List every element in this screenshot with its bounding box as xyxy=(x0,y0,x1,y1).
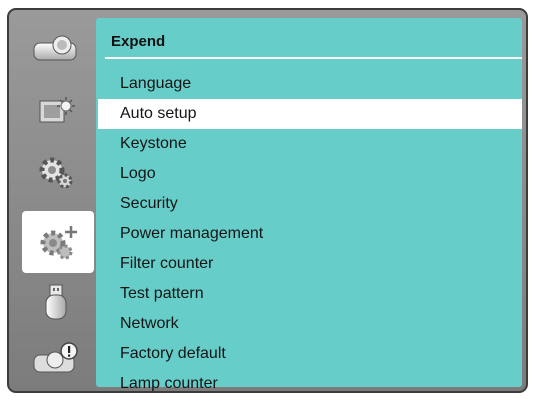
menu-sidebar xyxy=(9,10,95,391)
menu-item-power-management[interactable]: Power management xyxy=(96,219,522,249)
menu-item-lamp-counter[interactable]: Lamp counter xyxy=(96,369,522,391)
menu-item-security[interactable]: Security xyxy=(96,189,522,219)
sidebar-item-expand[interactable] xyxy=(22,211,94,273)
menu-title: Expend xyxy=(111,33,166,50)
sidebar-item-image[interactable] xyxy=(24,89,88,133)
sidebar-item-info[interactable] xyxy=(24,337,88,381)
sidebar-item-display[interactable] xyxy=(24,26,88,70)
projector-info-icon xyxy=(33,342,78,373)
menu-item-filter-counter[interactable]: Filter counter xyxy=(96,249,522,279)
menu-item-factory-default[interactable]: Factory default xyxy=(96,339,522,369)
sidebar-item-setting[interactable] xyxy=(24,150,88,194)
expend-menu-panel: Expend Language Auto setup Keystone Logo… xyxy=(96,18,522,391)
expand-gear-icon xyxy=(40,226,77,260)
menu-item-test-pattern[interactable]: Test pattern xyxy=(96,279,522,309)
settings-gear-icon xyxy=(39,157,73,189)
menu-item-logo[interactable]: Logo xyxy=(96,159,522,189)
menu-item-network[interactable]: Network xyxy=(96,309,522,339)
menu-item-keystone[interactable]: Keystone xyxy=(96,129,522,159)
menu-item-language[interactable]: Language xyxy=(96,69,522,99)
sidebar-item-usb[interactable] xyxy=(24,280,88,324)
title-divider xyxy=(105,57,522,59)
image-adjust-icon xyxy=(39,97,75,123)
usb-icon xyxy=(45,284,67,320)
projector-icon xyxy=(33,35,77,61)
expend-menu-list: Language Auto setup Keystone Logo Securi… xyxy=(96,69,522,391)
menu-item-auto-setup[interactable]: Auto setup xyxy=(98,99,522,129)
osd-menu-frame: Expend Language Auto setup Keystone Logo… xyxy=(7,8,528,393)
